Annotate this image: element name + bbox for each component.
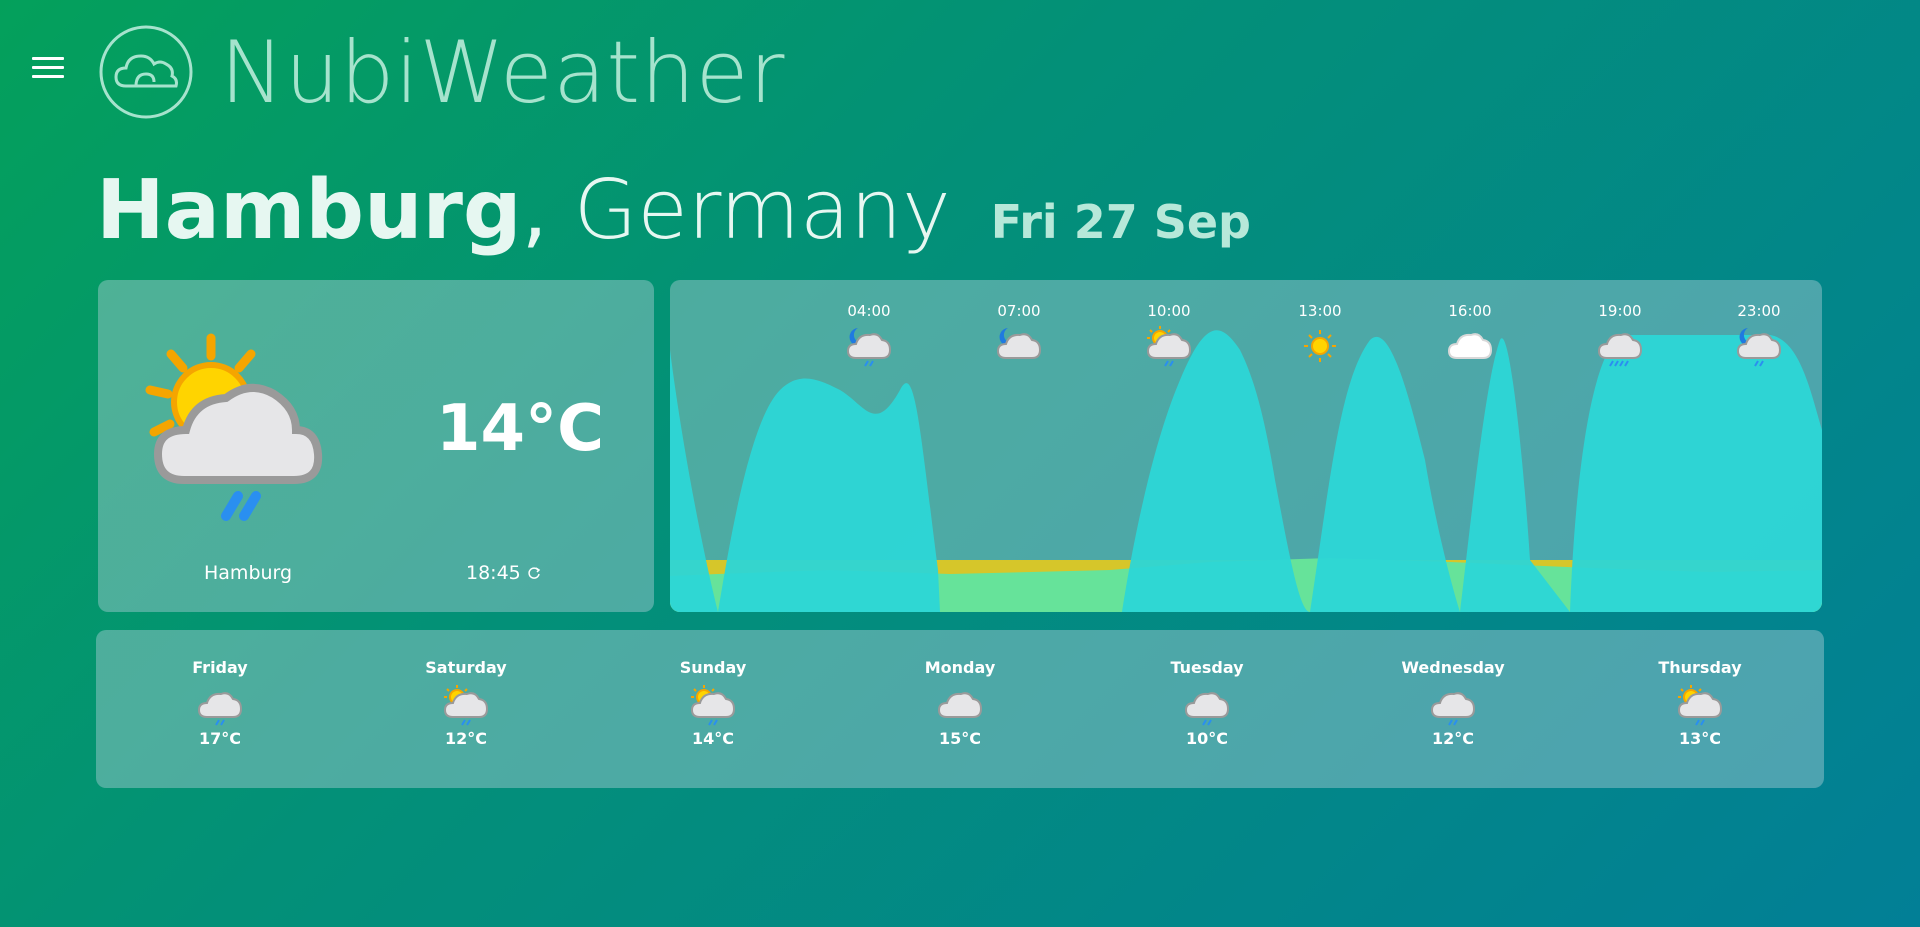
updated-time: 18:45 bbox=[466, 562, 521, 584]
hour-time: 10:00 bbox=[1147, 302, 1191, 320]
menu-button[interactable] bbox=[32, 57, 64, 79]
hour-slot: 04:00 bbox=[829, 302, 909, 368]
forecast-day-name: Thursday bbox=[1658, 658, 1742, 677]
hour-time: 19:00 bbox=[1598, 302, 1642, 320]
forecast-day-name: Sunday bbox=[679, 658, 747, 677]
location-country: Germany bbox=[573, 163, 951, 258]
sun-cloud-rain-icon bbox=[443, 685, 489, 726]
weekly-forecast-card: Friday 17°C Saturday 12°C Sunday 14°C Mo… bbox=[96, 630, 1824, 788]
sun-icon bbox=[1304, 330, 1336, 362]
hour-slot: 13:00 bbox=[1280, 302, 1360, 368]
forecast-day[interactable]: Saturday 12°C bbox=[396, 658, 536, 748]
forecast-day-name: Tuesday bbox=[1170, 658, 1244, 677]
location-heading: Hamburg, Germany Fri 27 Sep bbox=[96, 163, 1251, 258]
forecast-day-name: Monday bbox=[924, 658, 996, 677]
hamburger-menu-line bbox=[32, 75, 64, 78]
forecast-day[interactable]: Monday 15°C bbox=[890, 658, 1030, 748]
forecast-temp: 17°C bbox=[198, 729, 241, 748]
forecast-day-name: Saturday bbox=[425, 658, 507, 677]
location-separator: , bbox=[521, 163, 548, 258]
hour-time: 04:00 bbox=[847, 302, 891, 320]
hour-slot: 19:00 bbox=[1580, 302, 1660, 368]
current-temperature: 14°C bbox=[436, 392, 605, 466]
cloud-rain-icon bbox=[1184, 692, 1230, 726]
hour-time: 23:00 bbox=[1737, 302, 1781, 320]
cloud-icon bbox=[937, 692, 983, 718]
current-weather-card: 14°C Hamburg 18:45 bbox=[98, 280, 654, 612]
hour-time: 13:00 bbox=[1298, 302, 1342, 320]
hourly-chart-card: 04:00 07:00 10:00 13:00 16:00 19:00 23:0… bbox=[670, 280, 1822, 612]
forecast-temp: 12°C bbox=[444, 729, 487, 748]
forecast-temp: 10°C bbox=[1185, 729, 1228, 748]
sun-cloud-rain-icon bbox=[690, 685, 736, 726]
cloud-logo-icon bbox=[99, 25, 193, 119]
forecast-day[interactable]: Friday 17°C bbox=[150, 658, 290, 748]
moon-cloud-icon bbox=[996, 328, 1042, 359]
hour-slot: 23:00 bbox=[1719, 302, 1799, 368]
moon-cloud-rain-icon bbox=[846, 328, 892, 367]
cloud-icon bbox=[1447, 333, 1493, 359]
forecast-day-name: Friday bbox=[192, 658, 248, 677]
forecast-day-name: Wednesday bbox=[1401, 658, 1505, 677]
forecast-day[interactable]: Sunday 14°C bbox=[643, 658, 783, 748]
forecast-temp: 14°C bbox=[691, 729, 734, 748]
hour-slot: 16:00 bbox=[1430, 302, 1510, 368]
forecast-temp: 12°C bbox=[1431, 729, 1474, 748]
sun-cloud-rain-icon bbox=[1146, 326, 1192, 367]
forecast-day[interactable]: Thursday 13°C bbox=[1630, 658, 1770, 748]
current-city: Hamburg bbox=[204, 562, 293, 584]
hour-slot: 07:00 bbox=[979, 302, 1059, 368]
cloud-rain-icon bbox=[1430, 692, 1476, 726]
sun-cloud-rain-icon bbox=[145, 333, 323, 521]
sun-cloud-rain-icon bbox=[1677, 685, 1723, 726]
refresh-icon[interactable] bbox=[527, 566, 541, 580]
location-date: Fri 27 Sep bbox=[990, 195, 1251, 249]
hour-slot: 10:00 bbox=[1129, 302, 1209, 368]
cloud-heavy-rain-icon bbox=[1597, 333, 1643, 367]
forecast-day[interactable]: Wednesday 12°C bbox=[1383, 658, 1523, 748]
hamburger-menu-line bbox=[32, 66, 64, 69]
forecast-day[interactable]: Tuesday 10°C bbox=[1137, 658, 1277, 748]
hour-time: 07:00 bbox=[997, 302, 1041, 320]
moon-cloud-rain-icon bbox=[1736, 328, 1782, 367]
hamburger-menu-icon bbox=[32, 57, 64, 60]
location-city: Hamburg bbox=[96, 163, 522, 258]
hour-time: 16:00 bbox=[1448, 302, 1492, 320]
last-updated[interactable]: 18:45 bbox=[466, 562, 541, 584]
cloud-rain-icon bbox=[197, 692, 243, 726]
cloud-area bbox=[670, 330, 1822, 612]
app-title: NubiWeather bbox=[220, 23, 785, 123]
forecast-temp: 13°C bbox=[1678, 729, 1721, 748]
forecast-temp: 15°C bbox=[938, 729, 981, 748]
